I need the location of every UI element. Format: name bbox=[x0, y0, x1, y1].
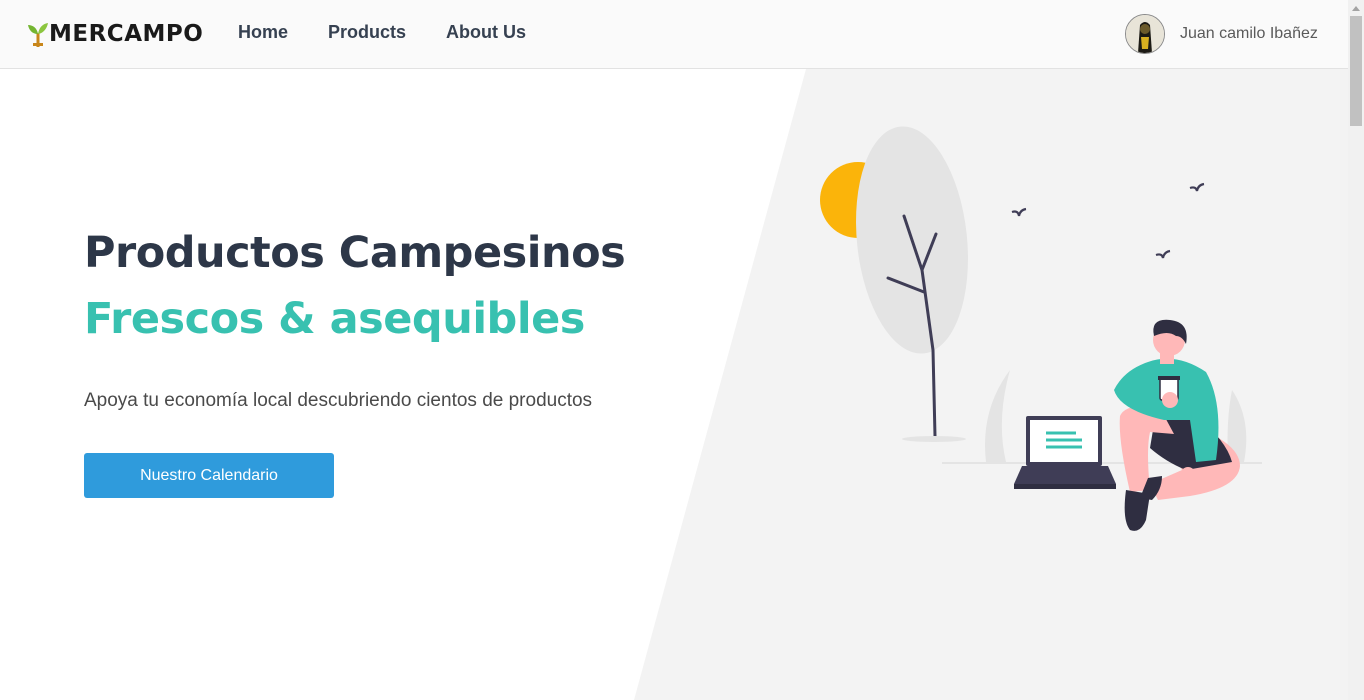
nav-about-link[interactable]: About Us bbox=[446, 22, 526, 43]
nav-home-link[interactable]: Home bbox=[238, 22, 288, 43]
scrollbar-thumb[interactable] bbox=[1350, 16, 1362, 126]
user-name: Juan camilo Ibañez bbox=[1180, 25, 1318, 42]
brand-logo[interactable]: MERCAMPO bbox=[28, 19, 203, 49]
brand-name: MERCAMPO bbox=[49, 21, 204, 47]
sprout-icon bbox=[28, 23, 48, 47]
grass-shape bbox=[985, 370, 1010, 462]
calendar-button[interactable]: Nuestro Calendario bbox=[84, 453, 334, 498]
hero-tagline: Frescos & asequibles bbox=[84, 294, 585, 344]
top-navbar: MERCAMPO Home Products About Us Juan cam… bbox=[0, 0, 1348, 69]
bird-shape bbox=[1011, 207, 1027, 217]
user-menu[interactable]: Juan camilo Ibañez bbox=[1125, 14, 1318, 54]
hero-illustration bbox=[820, 126, 1262, 531]
bird-shape bbox=[1189, 182, 1205, 192]
user-avatar[interactable] bbox=[1125, 14, 1165, 54]
bird-shape bbox=[1155, 249, 1171, 259]
avatar-image bbox=[1126, 15, 1164, 53]
nav-products-link[interactable]: Products bbox=[328, 22, 406, 43]
hero-subtitle: Apoya tu economía local descubriendo cie… bbox=[84, 390, 593, 411]
hero-title: Productos Campesinos bbox=[84, 228, 626, 278]
scroll-up-arrow-icon[interactable] bbox=[1348, 0, 1364, 16]
laptop-base bbox=[1014, 466, 1116, 484]
